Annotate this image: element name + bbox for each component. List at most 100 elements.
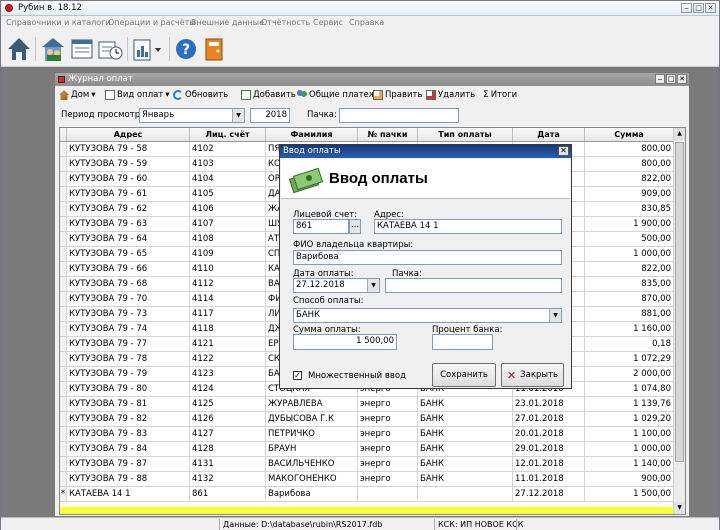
refresh-button[interactable]: Обновить	[173, 90, 228, 100]
row-marker	[60, 322, 67, 336]
cell-account: 4127	[190, 427, 266, 441]
payments-icon[interactable]	[69, 34, 95, 64]
header-type[interactable]: Тип оплаты	[418, 128, 513, 141]
date-picker[interactable]: 27.12.2018 ▼	[293, 278, 380, 293]
owner-input[interactable]: Варибова	[293, 250, 562, 265]
header-address[interactable]: Адрес	[67, 128, 190, 141]
multiple-entry-checkbox[interactable]: ✓	[293, 371, 302, 380]
year-input[interactable]: 2018	[250, 108, 290, 123]
home-icon[interactable]	[5, 34, 33, 64]
home-label: Дом	[71, 90, 90, 100]
exit-icon[interactable]	[201, 34, 227, 64]
header-account[interactable]: Лиц. счёт	[190, 128, 266, 141]
account-input[interactable]: 861	[293, 219, 349, 234]
journal-icon	[58, 76, 65, 83]
menu-catalogs[interactable]: Справочники и каталоги	[6, 18, 111, 27]
cell-sum: 1 160,00	[585, 322, 674, 336]
cell-address: КУТУЗОВА 79 - 61	[67, 187, 190, 201]
pack-filter-input[interactable]	[339, 108, 459, 123]
home-dropdown-icon: ▾	[91, 90, 96, 100]
cell-pack: энерго	[358, 472, 418, 486]
pack-input[interactable]	[385, 278, 562, 293]
app-window: Рубин в. 18.12 ‒ □ ✕ Справочники и катал…	[0, 0, 720, 530]
money-icon	[288, 167, 324, 194]
add-button[interactable]: Добавить	[241, 90, 296, 100]
cell-sum: 1 000,00	[585, 442, 674, 456]
help-icon[interactable]: ?	[173, 34, 199, 64]
table-row[interactable]: КУТУЗОВА 79 - 88 4132 МАКОГОНЕНКО энерго БАН…	[60, 472, 674, 487]
cell-account: 4110	[190, 262, 266, 276]
sum-input[interactable]: 1 500,00	[293, 334, 397, 350]
cell-address: КУТУЗОВА 79 - 68	[67, 277, 190, 291]
account-browse-button[interactable]: ...	[349, 219, 361, 234]
header-date[interactable]: Дата	[513, 128, 585, 141]
cell-name: БРАУН	[266, 442, 358, 456]
cell-pack: энерго	[358, 442, 418, 456]
totals-button[interactable]: Σ Итоги	[483, 90, 517, 100]
month-dropdown-icon[interactable]: ▼	[232, 109, 244, 122]
cell-sum: 1 500,00	[585, 487, 674, 501]
close-dialog-button[interactable]: ✕ Закрыть	[501, 363, 564, 387]
cell-date: 27.12.2018	[513, 487, 585, 501]
scroll-down-icon[interactable]: ▼	[674, 502, 685, 514]
maximize-button[interactable]: □	[693, 3, 704, 13]
menu-external[interactable]: Внешние данные	[191, 18, 264, 27]
edit-button[interactable]: Править	[373, 90, 423, 100]
status-ksk: КСК: ИП НОВОЕ КСК	[438, 520, 524, 529]
menu-service[interactable]: Сервис	[313, 18, 343, 27]
header-sum[interactable]: Сумма	[585, 128, 674, 141]
method-dropdown-icon[interactable]: ▼	[549, 309, 561, 322]
schedule-icon[interactable]	[97, 34, 125, 64]
menu-operations[interactable]: Операции и расчёты	[108, 18, 196, 27]
minimize-button[interactable]: ‒	[681, 3, 692, 13]
scroll-thumb[interactable]	[675, 142, 684, 462]
table-row[interactable]: КУТУЗОВА 79 - 82 4126 ДУБЫСОВА Г.К энерго БА…	[60, 412, 674, 427]
date-dropdown-icon[interactable]: ▼	[367, 279, 379, 292]
row-marker	[60, 457, 67, 471]
row-marker	[60, 232, 67, 246]
common-payments-button[interactable]: Общие платежи	[297, 90, 382, 100]
cell-sum: 0,18	[585, 337, 674, 351]
cell-address: КУТУЗОВА 79 - 59	[67, 157, 190, 171]
header-name[interactable]: Фамилия	[266, 128, 358, 141]
menu-bar: Справочники и каталоги Операции и расчёт…	[1, 16, 719, 31]
delete-icon	[426, 90, 436, 100]
month-select[interactable]: Январь ▼	[139, 108, 245, 123]
child-close-button[interactable]: ✕	[677, 74, 687, 84]
address-input[interactable]: КАТАЕВА 14 1	[374, 219, 562, 234]
dialog-title-bar: Ввод оплаты ✕	[280, 145, 571, 158]
residents-icon[interactable]	[39, 34, 67, 64]
cell-account: 4103	[190, 157, 266, 171]
cell-account: 4102	[190, 142, 266, 156]
sigma-icon: Σ	[483, 90, 489, 100]
reports-icon[interactable]	[131, 34, 165, 64]
save-button[interactable]: Сохранить	[432, 363, 496, 387]
row-marker: *	[60, 487, 67, 501]
child-maximize-button[interactable]: □	[666, 74, 676, 84]
percent-input[interactable]	[432, 334, 493, 350]
cell-address: КУТУЗОВА 79 - 73	[67, 307, 190, 321]
table-row[interactable]: КУТУЗОВА 79 - 87 4131 ВАСИЛЬЧЕНКО энерго БАН…	[60, 457, 674, 472]
row-marker	[60, 277, 67, 291]
menu-reports[interactable]: Отчётность	[261, 18, 310, 27]
vertical-scrollbar[interactable]: ▲ ▼	[673, 128, 685, 514]
table-row[interactable]: КУТУЗОВА 79 - 84 4128 БРАУН энерго БАНК 29.01…	[60, 442, 674, 457]
menu-help[interactable]: Справка	[349, 18, 384, 27]
table-row[interactable]: КУТУЗОВА 79 - 83 4127 ПЕТРИЧКО энерго БАНК 20…	[60, 427, 674, 442]
method-select[interactable]: БАНК ▼	[293, 308, 562, 323]
payment-type-button[interactable]: Вид оплат ▾	[105, 90, 170, 100]
dialog-close-icon[interactable]: ✕	[558, 146, 569, 156]
scroll-up-icon[interactable]: ▲	[674, 128, 685, 140]
header-pack[interactable]: № пачки	[358, 128, 418, 141]
journal-toolbar: Дом ▾ Вид оплат ▾ Обновить Добавить Общие …	[55, 87, 689, 106]
cell-address: КУТУЗОВА 79 - 82	[67, 412, 190, 426]
home-button[interactable]: Дом ▾	[59, 90, 96, 100]
close-button[interactable]: ✕	[705, 3, 716, 13]
cell-sum: 1 100,00	[585, 427, 674, 441]
delete-button[interactable]: Удалить	[426, 90, 475, 100]
totals-row	[60, 507, 674, 514]
child-minimize-button[interactable]: ‒	[655, 74, 665, 84]
common-payments-label: Общие платежи	[309, 90, 382, 100]
table-row[interactable]: * КАТАЕВА 14 1 861 Варибова 27.12.2018 1 500,…	[60, 487, 674, 502]
table-row[interactable]: КУТУЗОВА 79 - 81 4125 ЖУРАВЛЕВА энерго БАНК 2…	[60, 397, 674, 412]
